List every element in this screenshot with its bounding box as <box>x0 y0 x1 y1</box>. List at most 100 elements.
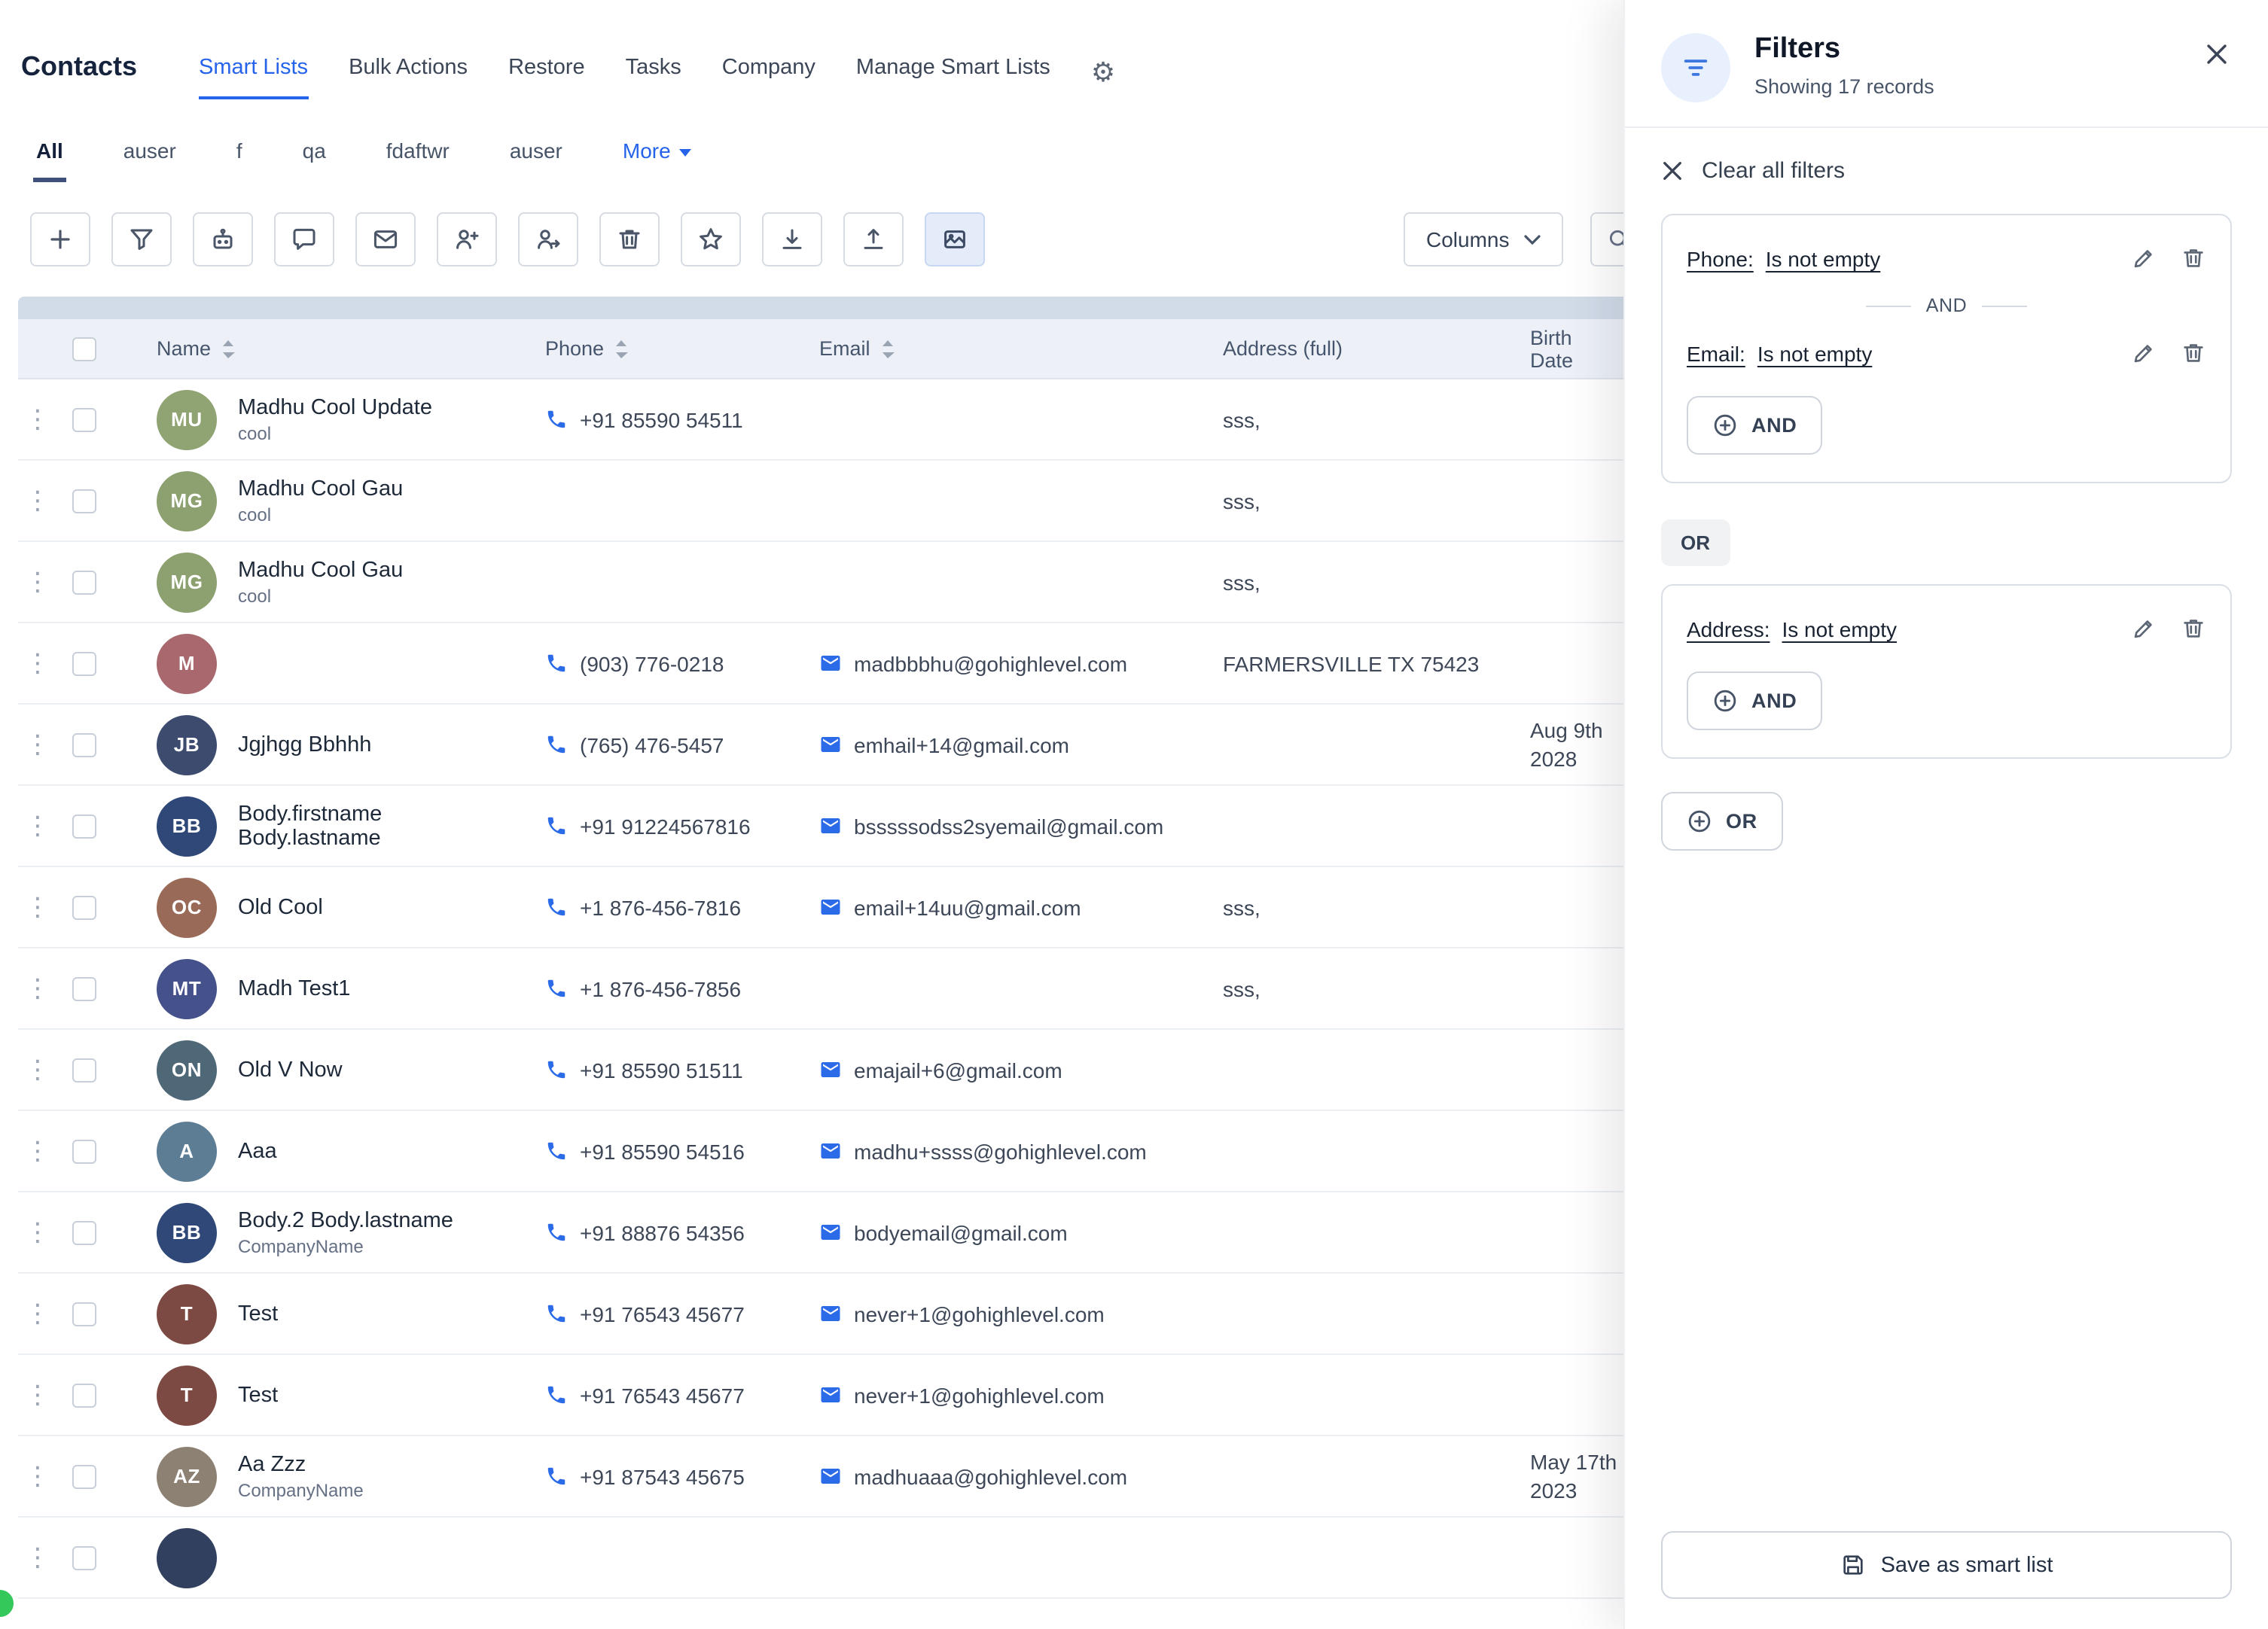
contact-name[interactable]: Body.firstname Body.lastname <box>238 802 524 850</box>
contact-name[interactable]: Body.2 Body.lastname <box>238 1208 453 1232</box>
filter-button[interactable] <box>111 212 172 266</box>
add-to-campaign-button[interactable] <box>437 212 497 266</box>
drag-handle-icon[interactable]: ⋮ <box>25 406 50 432</box>
contact-phone[interactable]: +91 85590 51511 <box>580 1058 743 1082</box>
edit-filter-button[interactable] <box>2131 245 2157 271</box>
smart-list-tab-qa[interactable]: qa <box>300 123 329 182</box>
send-email-button[interactable] <box>355 212 416 266</box>
add-contact-button[interactable] <box>30 212 90 266</box>
delete-button[interactable] <box>599 212 660 266</box>
column-header-email[interactable]: Email <box>819 337 895 360</box>
filter-condition-phone[interactable]: Phone: Is not empty <box>1687 246 1880 270</box>
contact-phone[interactable]: +1 876-456-7856 <box>580 976 741 1000</box>
column-header-address[interactable]: Address (full) <box>1223 337 1343 360</box>
import-button[interactable] <box>762 212 822 266</box>
delete-filter-button[interactable] <box>2181 616 2206 641</box>
tab-smart-lists[interactable]: Smart Lists <box>199 56 308 99</box>
row-checkbox[interactable] <box>72 1220 96 1244</box>
contact-phone[interactable]: +91 88876 54356 <box>580 1220 745 1244</box>
merge-contacts-button[interactable] <box>518 212 578 266</box>
smart-list-tab-auser[interactable]: auser <box>120 123 179 182</box>
contact-name[interactable]: Madhu Cool Gau <box>238 477 403 501</box>
contact-name[interactable]: Aaa <box>238 1139 277 1163</box>
drag-handle-icon[interactable]: ⋮ <box>25 1301 50 1326</box>
add-and-button[interactable]: AND <box>1687 396 1822 455</box>
contact-name[interactable]: Old Cool <box>238 895 323 919</box>
contact-phone[interactable]: (765) 476-5457 <box>580 732 724 757</box>
contact-phone[interactable]: +91 76543 45677 <box>580 1383 745 1407</box>
filter-condition-email[interactable]: Email: Is not empty <box>1687 341 1872 365</box>
drag-handle-icon[interactable]: ⋮ <box>25 569 50 595</box>
row-checkbox[interactable] <box>72 1545 96 1570</box>
column-header-name[interactable]: Name <box>157 337 235 360</box>
contact-email[interactable]: madbbbhu@gohighlevel.com <box>854 651 1127 675</box>
delete-filter-button[interactable] <box>2181 245 2206 271</box>
row-checkbox[interactable] <box>72 1464 96 1488</box>
drag-handle-icon[interactable]: ⋮ <box>25 1138 50 1164</box>
row-checkbox[interactable] <box>72 976 96 1000</box>
drag-handle-icon[interactable]: ⋮ <box>25 1463 50 1489</box>
export-button[interactable] <box>843 212 904 266</box>
row-checkbox[interactable] <box>72 1139 96 1163</box>
contact-phone[interactable]: +91 76543 45677 <box>580 1302 745 1326</box>
contact-email[interactable]: never+1@gohighlevel.com <box>854 1383 1105 1407</box>
drag-handle-icon[interactable]: ⋮ <box>25 1382 50 1408</box>
contact-email[interactable]: email+14uu@gmail.com <box>854 895 1081 919</box>
row-checkbox[interactable] <box>72 1302 96 1326</box>
contact-name[interactable]: Test <box>238 1302 278 1326</box>
contact-email[interactable]: never+1@gohighlevel.com <box>854 1302 1105 1326</box>
contact-name[interactable]: Test <box>238 1383 278 1407</box>
contact-phone[interactable]: +91 85590 54516 <box>580 1139 745 1163</box>
delete-filter-button[interactable] <box>2181 340 2206 366</box>
bulk-automation-button[interactable] <box>193 212 253 266</box>
contact-email[interactable]: emhail+14@gmail.com <box>854 732 1069 757</box>
clear-all-filters-button[interactable]: Clear all filters <box>1625 128 2268 211</box>
star-button[interactable] <box>681 212 741 266</box>
contact-name[interactable]: Aa Zzz <box>238 1452 364 1476</box>
tab-tasks[interactable]: Tasks <box>626 56 681 99</box>
contact-name[interactable]: Madhu Cool Update <box>238 395 432 419</box>
contact-name[interactable]: Old V Now <box>238 1058 343 1082</box>
select-all-checkbox[interactable] <box>72 336 96 361</box>
drag-handle-icon[interactable]: ⋮ <box>25 1219 50 1245</box>
columns-button[interactable]: Columns <box>1404 212 1564 266</box>
row-checkbox[interactable] <box>72 1058 96 1082</box>
contact-phone[interactable]: (903) 776-0218 <box>580 651 724 675</box>
smart-list-tab-fdaftwr[interactable]: fdaftwr <box>383 123 453 182</box>
contact-email[interactable]: bsssssodss2syemail@gmail.com <box>854 814 1163 838</box>
tab-restore[interactable]: Restore <box>508 56 585 99</box>
contact-email[interactable]: emajail+6@gmail.com <box>854 1058 1062 1082</box>
row-checkbox[interactable] <box>72 1383 96 1407</box>
drag-handle-icon[interactable]: ⋮ <box>25 1057 50 1082</box>
drag-handle-icon[interactable]: ⋮ <box>25 894 50 920</box>
contact-email[interactable]: madhuaaa@gohighlevel.com <box>854 1464 1127 1488</box>
smart-list-tab-more[interactable]: More <box>620 123 695 182</box>
row-checkbox[interactable] <box>72 570 96 594</box>
row-checkbox[interactable] <box>72 814 96 838</box>
contact-name[interactable]: Madhu Cool Gau <box>238 558 403 582</box>
tab-company[interactable]: Company <box>722 56 815 99</box>
help-widget[interactable] <box>0 1587 17 1620</box>
contact-name[interactable]: Jgjhgg Bbhhh <box>238 732 371 757</box>
preview-button[interactable] <box>925 212 985 266</box>
drag-handle-icon[interactable]: ⋮ <box>25 1545 50 1570</box>
contact-email[interactable]: bodyemail@gmail.com <box>854 1220 1068 1244</box>
contact-name[interactable]: Madh Test1 <box>238 976 350 1000</box>
smart-list-tab-auser-2[interactable]: auser <box>507 123 565 182</box>
contact-phone[interactable]: +91 91224567816 <box>580 814 751 838</box>
row-checkbox[interactable] <box>72 489 96 513</box>
row-checkbox[interactable] <box>72 651 96 675</box>
gear-icon[interactable]: ⚙ <box>1091 59 1115 99</box>
edit-filter-button[interactable] <box>2131 340 2157 366</box>
smart-list-tab-f[interactable]: f <box>233 123 245 182</box>
edit-filter-button[interactable] <box>2131 616 2157 641</box>
row-checkbox[interactable] <box>72 895 96 919</box>
contact-email[interactable]: madhu+ssss@gohighlevel.com <box>854 1139 1147 1163</box>
smart-list-tab-all[interactable]: All <box>33 123 66 182</box>
send-sms-button[interactable] <box>274 212 334 266</box>
close-panel-button[interactable] <box>2196 33 2238 80</box>
contact-phone[interactable]: +91 85590 54511 <box>580 407 743 431</box>
tab-manage-smart-lists[interactable]: Manage Smart Lists <box>856 56 1050 99</box>
contact-phone[interactable]: +1 876-456-7816 <box>580 895 741 919</box>
contact-phone[interactable]: +91 87543 45675 <box>580 1464 745 1488</box>
